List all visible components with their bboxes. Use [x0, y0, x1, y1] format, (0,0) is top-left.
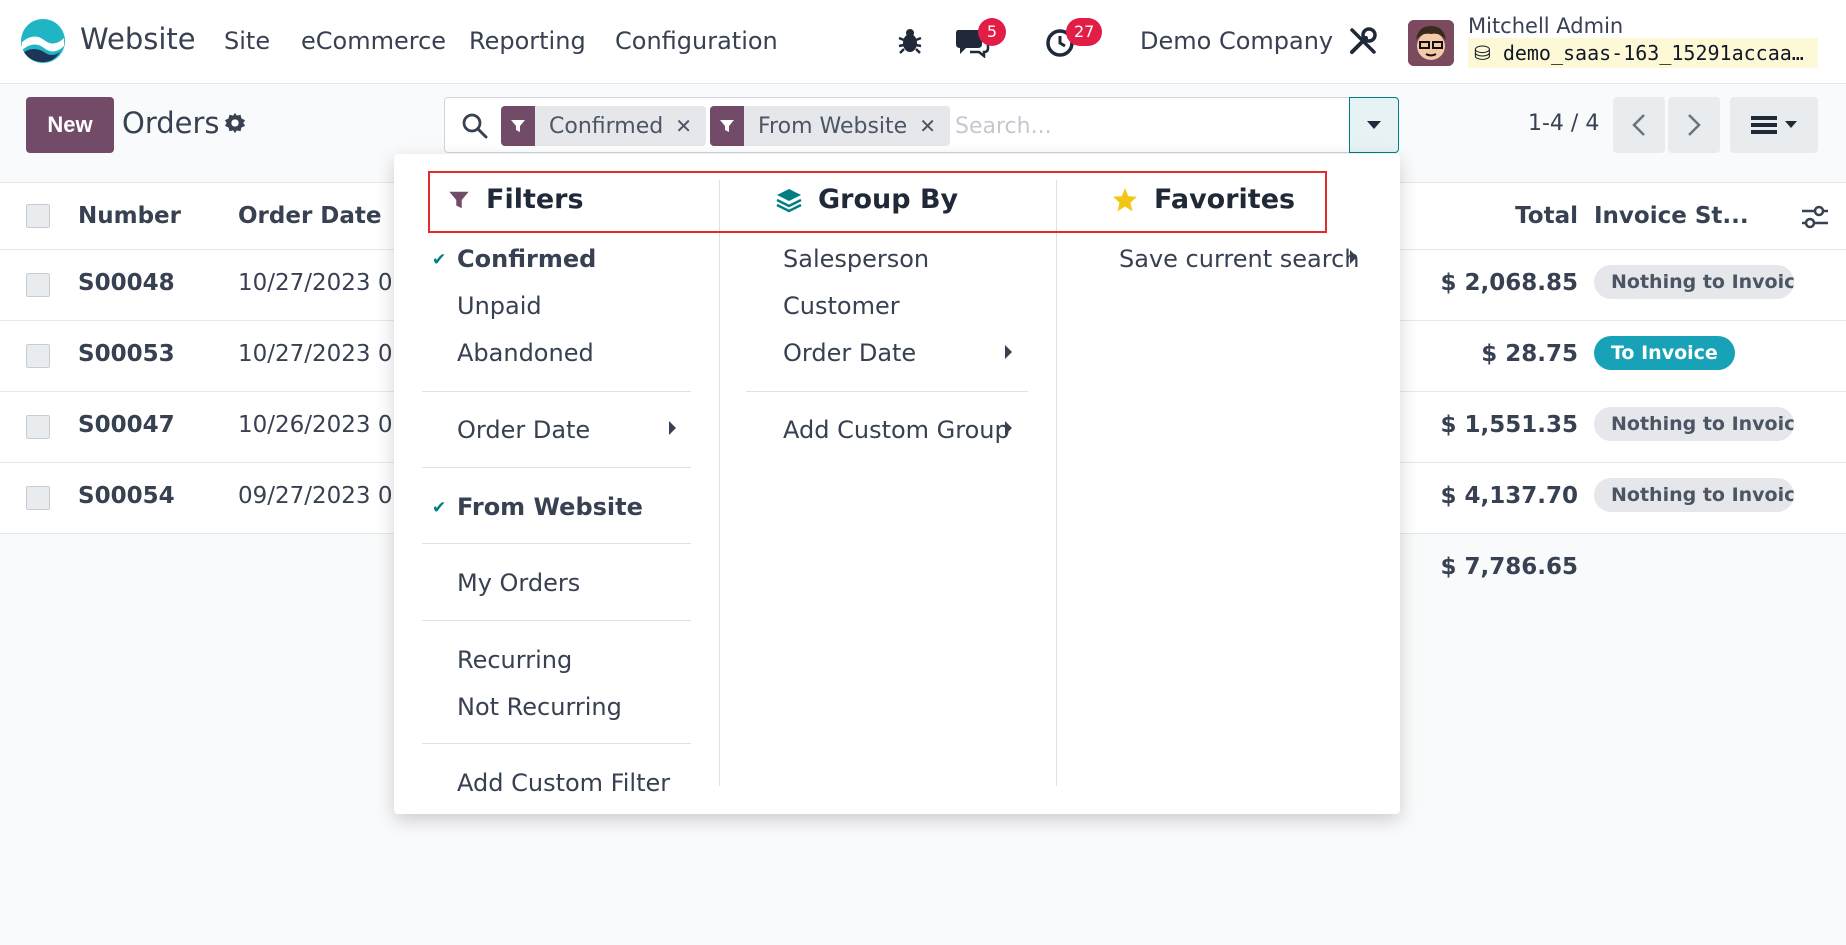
order-date: 10/27/2023 06: [238, 341, 408, 367]
order-total: $ 4,137.70: [1440, 483, 1578, 509]
filter-confirmed[interactable]: Confirmed: [457, 245, 596, 273]
filter-icon: [501, 106, 535, 146]
filter-icon: [710, 106, 744, 146]
caret-down-icon: [1785, 121, 1797, 128]
row-checkbox[interactable]: [26, 344, 50, 368]
app-name[interactable]: Website: [80, 22, 196, 56]
status-badge: To Invoice: [1594, 336, 1735, 370]
group-customer[interactable]: Customer: [783, 292, 900, 320]
check-icon: ✔: [432, 250, 447, 270]
divider: [422, 391, 691, 392]
select-all-checkbox[interactable]: [26, 204, 50, 228]
order-number: S00054: [78, 483, 175, 509]
filter-abandoned[interactable]: Abandoned: [457, 339, 594, 367]
save-current-search[interactable]: Save current search: [1119, 245, 1359, 273]
menu-reporting[interactable]: Reporting: [469, 27, 586, 55]
filter-unpaid[interactable]: Unpaid: [457, 292, 542, 320]
facet-from-website: From Website ✕: [710, 106, 950, 146]
search-bar[interactable]: Confirmed ✕ From Website ✕: [444, 97, 1350, 153]
search-icon[interactable]: [461, 112, 489, 140]
top-navbar: Website Site eCommerce Reporting Configu…: [0, 0, 1846, 84]
column-total[interactable]: Total: [1400, 203, 1578, 229]
order-number: S00047: [78, 412, 175, 438]
highlight-box: [428, 171, 1327, 233]
add-custom-filter[interactable]: Add Custom Filter: [457, 769, 670, 797]
column-number[interactable]: Number: [78, 203, 181, 229]
pager-next-button[interactable]: [1668, 97, 1720, 153]
column-divider: [719, 180, 720, 786]
activities-button[interactable]: 27: [1044, 18, 1103, 64]
group-salesperson[interactable]: Salesperson: [783, 245, 929, 273]
list-view-icon: [1751, 116, 1777, 134]
messages-badge: 5: [978, 18, 1006, 46]
bug-icon[interactable]: [896, 26, 924, 56]
messages-button[interactable]: 5: [954, 18, 1006, 64]
caret-right-icon: [1005, 345, 1012, 359]
app-logo-icon[interactable]: [20, 18, 66, 64]
column-invoice-status[interactable]: Invoice St...: [1594, 203, 1749, 229]
facet-confirmed: Confirmed ✕: [501, 106, 706, 146]
row-checkbox[interactable]: [26, 273, 50, 297]
filter-not-recurring[interactable]: Not Recurring: [457, 693, 622, 721]
order-date: 10/27/2023 06: [238, 270, 408, 296]
chevron-right-icon: [1688, 114, 1701, 136]
optional-columns-icon[interactable]: [1802, 205, 1828, 229]
remove-facet-icon[interactable]: ✕: [919, 114, 950, 138]
database-name: ⛁ demo_saas-163_15291accaa…: [1468, 38, 1818, 68]
remove-facet-icon[interactable]: ✕: [675, 114, 706, 138]
user-name[interactable]: Mitchell Admin: [1468, 14, 1623, 38]
column-order-date[interactable]: Order Date: [238, 203, 382, 229]
order-number: S00048: [78, 270, 175, 296]
caret-right-icon: [1350, 250, 1357, 264]
filter-recurring[interactable]: Recurring: [457, 646, 572, 674]
filter-from-website[interactable]: From Website: [457, 493, 643, 521]
menu-ecommerce[interactable]: eCommerce: [301, 27, 446, 55]
pager-previous-button[interactable]: [1613, 97, 1665, 153]
caret-right-icon: [669, 421, 676, 435]
menu-site[interactable]: Site: [224, 27, 270, 55]
caret-right-icon: [1005, 421, 1012, 435]
tools-icon[interactable]: [1348, 26, 1378, 56]
order-total: $ 2,068.85: [1440, 270, 1578, 296]
divider: [422, 467, 691, 468]
chevron-left-icon: [1632, 114, 1645, 136]
status-badge: Nothing to Invoice: [1594, 478, 1794, 512]
gear-icon[interactable]: [224, 112, 246, 134]
row-checkbox[interactable]: [26, 486, 50, 510]
facet-label: Confirmed: [549, 113, 664, 139]
search-input[interactable]: [955, 108, 1335, 144]
pager-value[interactable]: 1-4 / 4: [1528, 111, 1599, 136]
status-badge: Nothing to Invoice: [1594, 407, 1794, 441]
divider: [746, 391, 1028, 392]
divider: [422, 620, 691, 621]
activities-badge: 27: [1066, 18, 1103, 46]
company-switcher[interactable]: Demo Company: [1140, 27, 1333, 55]
row-checkbox[interactable]: [26, 415, 50, 439]
group-order-date[interactable]: Order Date: [783, 339, 916, 367]
filter-order-date[interactable]: Order Date: [457, 416, 590, 444]
database-icon: ⛁: [1474, 41, 1491, 65]
order-total: $ 28.75: [1481, 341, 1578, 367]
page-title: Orders: [122, 106, 220, 140]
add-custom-group[interactable]: Add Custom Group: [783, 416, 1010, 444]
new-button[interactable]: New: [26, 97, 114, 153]
filter-my-orders[interactable]: My Orders: [457, 569, 580, 597]
database-label: demo_saas-163_15291accaa…: [1502, 41, 1804, 65]
order-total: $ 1,551.35: [1440, 412, 1578, 438]
order-date: 10/26/2023 06: [238, 412, 408, 438]
view-switcher-button[interactable]: [1730, 97, 1818, 153]
facet-label: From Website: [758, 113, 908, 139]
user-avatar[interactable]: [1408, 20, 1454, 66]
check-icon: ✔: [432, 498, 447, 518]
grand-total: $ 7,786.65: [1440, 554, 1578, 580]
order-date: 09/27/2023 06: [238, 483, 408, 509]
menu-configuration[interactable]: Configuration: [615, 27, 778, 55]
caret-down-icon: [1367, 121, 1381, 129]
divider: [422, 543, 691, 544]
order-number: S00053: [78, 341, 175, 367]
column-divider: [1056, 180, 1057, 786]
search-options-toggle[interactable]: [1349, 97, 1399, 153]
divider: [422, 743, 691, 744]
status-badge: Nothing to Invoice: [1594, 265, 1794, 299]
